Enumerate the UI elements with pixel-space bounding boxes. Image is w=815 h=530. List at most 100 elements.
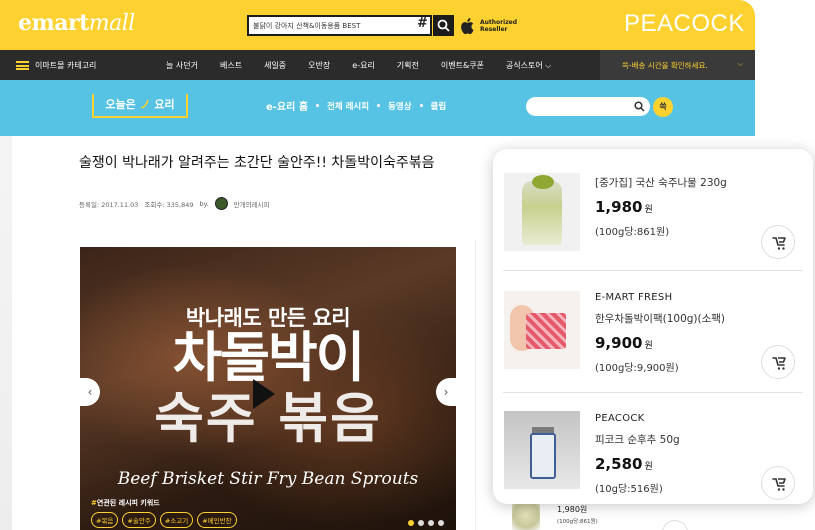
product-name[interactable]: 한우차돌박이팩(100g)(소팩)	[595, 311, 725, 326]
product-price: 2,580 원	[595, 455, 653, 473]
add-to-cart-button[interactable]	[761, 345, 795, 379]
carousel-dots	[408, 520, 444, 526]
recipe-title: 술쟁이 박나래가 알려주는 초간단 술안주!! 차돌박이숙주볶음	[79, 155, 435, 171]
today-word: 요리	[154, 98, 175, 111]
product-image-pepper[interactable]	[504, 411, 580, 489]
nav-item-events[interactable]: 이벤트&쿠폰	[441, 60, 484, 71]
product-popup: [중가집] 국산 숙주나물 230g 1,980 원 (100g당:861원) E…	[493, 149, 813, 504]
nav-item-official-store[interactable]: 공식스토어 ⌵	[506, 60, 551, 71]
carousel-dot[interactable]	[438, 520, 444, 526]
search-icon[interactable]	[634, 101, 645, 112]
keywords-label-text: 연관된 레시피 키워드	[96, 499, 160, 507]
recipe-date: 등록일: 2017.11.03	[79, 200, 139, 209]
product-brand: PEACOCK	[595, 413, 645, 424]
logo-sub: mall	[88, 11, 136, 36]
product-name[interactable]: 피코크 순후추 50g	[595, 432, 680, 447]
recipe-search-input[interactable]	[534, 100, 630, 113]
category-menu-button[interactable]: 이마트몰 카테고리	[16, 50, 96, 80]
recipe-nav-bar: 오늘은 ノ 요리 e-요리 홈 전체 레시피 동영상 클립 쓱	[0, 80, 755, 136]
add-to-cart-button[interactable]	[761, 466, 795, 500]
separator-dot	[419, 104, 423, 107]
reseller-line2: Reseller	[480, 26, 508, 33]
main-search-input[interactable]	[253, 18, 413, 33]
keyword-tag[interactable]: #소고기	[159, 512, 194, 528]
product-brand: E-MART FRESH	[595, 292, 673, 303]
recipe-by: by.	[199, 199, 209, 208]
ssg-search-button[interactable]: 쓱	[653, 97, 673, 117]
cart-icon	[772, 478, 786, 491]
product-unit-price: (100g당:861원)	[595, 227, 670, 238]
jar-shape	[530, 433, 556, 479]
keyword-tag[interactable]: #술안주	[122, 512, 156, 528]
recipe-links: e-요리 홈 전체 레시피 동영상 클립	[266, 98, 447, 114]
play-icon[interactable]	[253, 379, 275, 409]
nav-item-usual[interactable]: 늘 사던거	[166, 60, 198, 71]
recipe-video[interactable]: 박나래도 만든 요리 차돌박이 숙주 볶음 Beef Brisket Stir …	[80, 247, 456, 530]
today-mark: ノ	[139, 98, 151, 111]
background-product-unit: (100g당:861원)	[557, 519, 598, 525]
recipe-link-clip[interactable]: 클립	[431, 100, 447, 112]
price-value: 2,580	[595, 455, 643, 473]
recipe-link-home[interactable]: e-요리 홈	[266, 98, 308, 113]
related-keywords-label: #연관된 레시피 키워드	[91, 498, 160, 508]
logo-main: emart	[18, 10, 89, 36]
add-to-cart-button[interactable]	[761, 225, 795, 259]
video-next-button[interactable]: ›	[436, 378, 456, 406]
chevron-down-icon: ⌵	[737, 60, 743, 68]
recipe-author[interactable]: 만개의레시피	[234, 199, 270, 209]
nav-item-best[interactable]: 베스트	[220, 60, 242, 71]
search-icon	[437, 19, 450, 32]
product-name[interactable]: [중가집] 국산 숙주나물 230g	[595, 175, 727, 190]
top-header: emartmall # Authorized Reseller PEACOCK	[0, 0, 755, 50]
item-divider	[503, 392, 803, 393]
reseller-line1: Authorized	[480, 19, 518, 26]
leaf-shape	[532, 175, 554, 189]
cart-icon	[772, 237, 786, 250]
product-thumbnail	[512, 504, 540, 530]
nav-item-obanjang[interactable]: 오반장	[308, 60, 330, 71]
recipe-search-box[interactable]	[526, 97, 650, 116]
carousel-dot[interactable]	[428, 520, 434, 526]
today-cooking-logo[interactable]: 오늘은 ノ 요리	[92, 94, 188, 118]
nav-item-sale[interactable]: 세일중	[264, 60, 286, 71]
separator-dot	[377, 104, 381, 107]
delivery-text: 쓱-배송 시간을 확인하세요.	[622, 60, 708, 70]
recipe-meta: 등록일: 2017.11.03 조회수: 335,849 by. 만개의레시피	[79, 197, 270, 210]
nav-item-e-cooking[interactable]: e-요리	[352, 60, 375, 71]
side-column-divider	[475, 240, 481, 530]
keyword-tag[interactable]: #볶음	[91, 512, 119, 528]
main-search-box[interactable]: #	[247, 15, 432, 36]
meat-pack-shape	[526, 313, 566, 349]
category-label: 이마트몰 카테고리	[35, 60, 97, 70]
hamburger-icon	[16, 60, 29, 70]
nav-item-exhibition[interactable]: 기획전	[397, 60, 419, 71]
recipe-link-video[interactable]: 동영상	[388, 100, 411, 112]
background-product-item[interactable]: 1,980원 (100g당:861원)	[512, 500, 742, 530]
product-unit-price: (10g당:516원)	[595, 484, 663, 495]
bag-shape	[522, 181, 562, 245]
separator-dot	[316, 104, 320, 107]
nav-items: 늘 사던거 베스트 세일중 오반장 e-요리 기획전 이벤트&쿠폰 공식스토어 …	[166, 50, 551, 80]
price-currency: 원	[644, 205, 653, 215]
keyword-tag[interactable]: #메인반찬	[197, 512, 237, 528]
author-avatar[interactable]	[214, 197, 228, 210]
video-english-title: Beef Brisket Stir Fry Bean Sprouts	[117, 469, 419, 489]
emart-mall-logo[interactable]: emartmall	[18, 10, 135, 36]
peacock-logo[interactable]: PEACOCK	[624, 10, 745, 38]
hashtag-icon[interactable]: #	[417, 16, 428, 31]
product-image-beef-brisket[interactable]	[504, 291, 580, 369]
product-price: 1,980 원	[595, 198, 653, 216]
price-value: 1,980	[595, 198, 643, 216]
apple-icon	[461, 18, 474, 35]
product-image-bean-sprouts[interactable]	[504, 173, 580, 251]
item-divider	[503, 270, 803, 271]
delivery-time-link[interactable]: 쓱-배송 시간을 확인하세요. ⌵	[600, 50, 755, 80]
search-button[interactable]	[433, 15, 454, 36]
carousel-dot[interactable]	[408, 520, 414, 526]
product-unit-price: (100g당:9,900원)	[595, 363, 679, 374]
recipe-link-all[interactable]: 전체 레시피	[327, 100, 369, 112]
main-nav: 이마트몰 카테고리 늘 사던거 베스트 세일중 오반장 e-요리 기획전 이벤트…	[0, 50, 755, 80]
price-currency: 원	[644, 462, 653, 472]
cart-icon[interactable]	[662, 520, 688, 530]
carousel-dot[interactable]	[418, 520, 424, 526]
